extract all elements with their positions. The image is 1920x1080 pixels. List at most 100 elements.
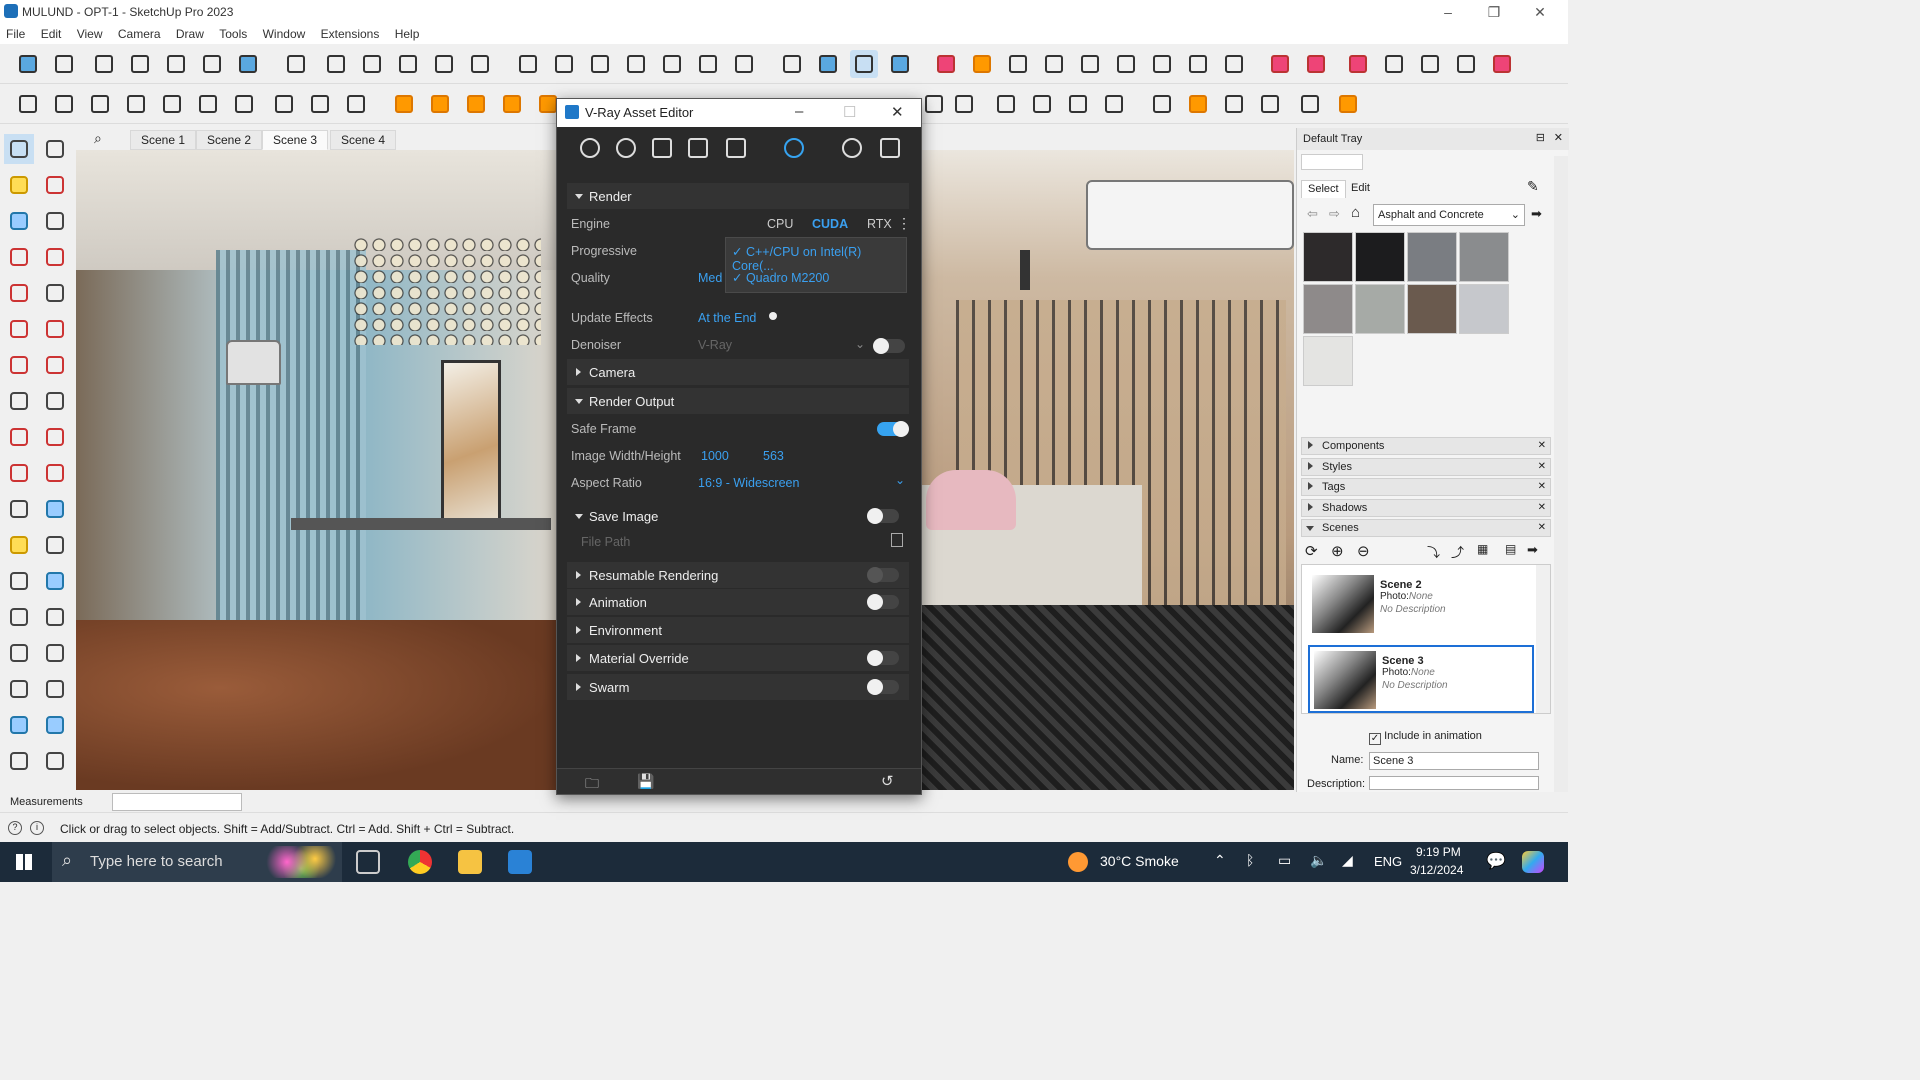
- move-scene-up-icon[interactable]: ⤴: [1451, 542, 1464, 561]
- toolbar-tool-21-icon[interactable]: [778, 50, 806, 78]
- home-icon[interactable]: ⌂: [1351, 204, 1360, 221]
- left-tool-25-icon[interactable]: [4, 566, 34, 596]
- material-swatch[interactable]: [1407, 284, 1457, 334]
- maximize-button[interactable]: ❐: [1472, 2, 1516, 22]
- tray-panel-styles[interactable]: Styles ✕: [1301, 457, 1551, 476]
- toolbar2-tool-2-icon[interactable]: [50, 90, 78, 118]
- clock-date[interactable]: 3/12/2024: [1410, 863, 1463, 877]
- tab-scene-3[interactable]: Scene 3: [262, 130, 329, 150]
- left-tool-6-icon[interactable]: [40, 206, 70, 236]
- tray-panel-tags[interactable]: Tags ✕: [1301, 478, 1551, 496]
- toolbar-tool-5-icon[interactable]: [162, 50, 190, 78]
- left-tool-7-icon[interactable]: [4, 242, 34, 272]
- toolbar-tool-19-icon[interactable]: [694, 50, 722, 78]
- pin-icon[interactable]: ⊟: [1536, 131, 1545, 144]
- windows-start-icon[interactable]: [16, 854, 32, 870]
- section-material-override[interactable]: Material Override: [567, 645, 909, 671]
- tray-scrollbar[interactable]: [1554, 156, 1568, 792]
- toolbar-tool-20-icon[interactable]: [730, 50, 758, 78]
- toolbar-tool-28-icon[interactable]: [1040, 50, 1068, 78]
- open-folder-icon[interactable]: 🗀: [585, 773, 599, 797]
- panel-close-icon[interactable]: ✕: [1538, 440, 1546, 451]
- tray-panel-shadows[interactable]: Shadows ✕: [1301, 498, 1551, 517]
- left-tool-34-icon[interactable]: [40, 710, 70, 740]
- save-icon[interactable]: 💾: [637, 773, 654, 790]
- left-tool-19-icon[interactable]: [4, 458, 34, 488]
- menu-window[interactable]: Window: [257, 24, 312, 41]
- vray-minimize-button[interactable]: –: [795, 103, 803, 120]
- vray-close-button[interactable]: ✕: [891, 103, 904, 121]
- panel-close-icon[interactable]: ✕: [1538, 461, 1546, 472]
- close-button[interactable]: ✕: [1518, 2, 1562, 22]
- tray-panel-components[interactable]: Components ✕: [1301, 437, 1551, 455]
- toolbar-tool-9-icon[interactable]: [322, 50, 350, 78]
- toolbar-tool-4-icon[interactable]: [126, 50, 154, 78]
- menu-tools[interactable]: Tools: [213, 24, 253, 41]
- device-cpu-option[interactable]: ✓ C++/CPU on Intel(R) Core(...: [732, 244, 906, 273]
- left-tool-36-icon[interactable]: [40, 746, 70, 776]
- wifi-icon[interactable]: ◢: [1342, 852, 1353, 869]
- toolbar2-tool-20-icon[interactable]: [1064, 90, 1092, 118]
- layers-icon[interactable]: [685, 135, 711, 161]
- vray-title-bar[interactable]: V-Ray Asset Editor – ☐ ✕: [557, 99, 921, 127]
- render-teapot-icon[interactable]: [839, 135, 865, 161]
- toolbar-tool-22-icon[interactable]: [814, 50, 842, 78]
- task-view-icon[interactable]: [356, 850, 380, 874]
- toolbar-tool-24-icon[interactable]: [886, 50, 914, 78]
- scene-list-scrollbar[interactable]: [1536, 565, 1550, 713]
- tab-scene-4[interactable]: Scene 4: [330, 130, 397, 150]
- denoiser-chevron-icon[interactable]: ⌄: [855, 337, 865, 351]
- toolbar-tool-27-icon[interactable]: [1004, 50, 1032, 78]
- quality-value[interactable]: Med: [698, 271, 722, 285]
- left-tool-31-icon[interactable]: [4, 674, 34, 704]
- image-width-input[interactable]: 1000: [701, 449, 729, 463]
- toolbar-tool-32-icon[interactable]: [1184, 50, 1212, 78]
- remove-scene-icon[interactable]: ⊖: [1357, 542, 1370, 560]
- toolbar-tool-33-icon[interactable]: [1220, 50, 1248, 78]
- toolbar-tool-8-icon[interactable]: [282, 50, 310, 78]
- back-arrow-icon[interactable]: ⇦: [1307, 206, 1318, 222]
- tray-tab-edit[interactable]: Edit: [1345, 180, 1376, 198]
- file-icon[interactable]: [891, 533, 903, 547]
- toolbar2-tool-11-icon[interactable]: [390, 90, 418, 118]
- include-animation-row[interactable]: ✓ Include in animation: [1369, 730, 1482, 745]
- left-tool-5-icon[interactable]: [4, 206, 34, 236]
- left-tool-14-icon[interactable]: [40, 350, 70, 380]
- left-tool-35-icon[interactable]: [4, 746, 34, 776]
- toolbar2-tool-27-icon[interactable]: [1334, 90, 1362, 118]
- menu-camera[interactable]: Camera: [112, 24, 167, 41]
- toolbar2-tool-6-icon[interactable]: [194, 90, 222, 118]
- panel-close-icon[interactable]: ✕: [1538, 522, 1546, 533]
- taskbar-search[interactable]: ⌕ Type here to search: [52, 842, 342, 882]
- file-path-input[interactable]: File Path: [581, 535, 630, 549]
- toolbar-tool-3-icon[interactable]: [90, 50, 118, 78]
- toolbar2-tool-5-icon[interactable]: [158, 90, 186, 118]
- tray-panel-scenes[interactable]: Scenes ✕: [1301, 519, 1551, 537]
- material-swatch[interactable]: [1407, 232, 1457, 282]
- toolbar-tool-16-icon[interactable]: [586, 50, 614, 78]
- update-effects-slider[interactable]: [769, 312, 777, 320]
- menu-view[interactable]: View: [71, 24, 109, 41]
- toolbar-tool-6-icon[interactable]: [198, 50, 226, 78]
- toolbar2-tool-12-icon[interactable]: [426, 90, 454, 118]
- reset-icon[interactable]: ↺: [881, 772, 894, 790]
- more-options-icon[interactable]: ⋮: [897, 215, 911, 232]
- toolbar2-tool-1-icon[interactable]: [14, 90, 42, 118]
- tab-scene-1[interactable]: Scene 1: [130, 130, 197, 150]
- bluetooth-icon[interactable]: ᛒ: [1246, 852, 1254, 868]
- material-swatch[interactable]: [1355, 284, 1405, 334]
- notification-icon[interactable]: 💬: [1486, 851, 1506, 871]
- section-save-image[interactable]: Save Image: [567, 503, 909, 529]
- toolbar-tool-12-icon[interactable]: [430, 50, 458, 78]
- left-tool-28-icon[interactable]: [40, 602, 70, 632]
- left-tool-11-icon[interactable]: [4, 314, 34, 344]
- left-tool-33-icon[interactable]: [4, 710, 34, 740]
- toolbar2-tool-4-icon[interactable]: [122, 90, 150, 118]
- toolbar2-tool-17-icon[interactable]: [950, 90, 978, 118]
- material-swatch[interactable]: [1459, 284, 1509, 334]
- frame-buffer-icon[interactable]: [877, 135, 903, 161]
- toolbar-tool-31-icon[interactable]: [1148, 50, 1176, 78]
- measurements-input[interactable]: [112, 793, 242, 811]
- left-tool-30-icon[interactable]: [40, 638, 70, 668]
- toolbar2-tool-16-icon[interactable]: [920, 90, 948, 118]
